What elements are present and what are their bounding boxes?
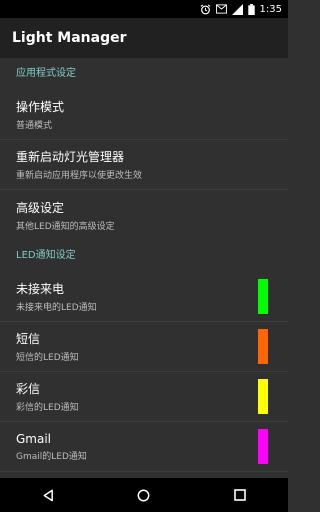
- pref-summary: Gmail的LED通知: [16, 451, 87, 462]
- pref-summary: 彩信的LED通知: [16, 403, 79, 413]
- alarm-icon: [200, 3, 211, 15]
- pref-advanced-settings[interactable]: 高级设定 其他LED通知的高级设定: [0, 190, 288, 240]
- mail-notification-icon: [215, 4, 227, 14]
- pref-summary: 普通模式: [16, 121, 53, 131]
- app-bar: Light Manager: [0, 18, 288, 58]
- pref-title: 重新启动灯光管理器: [16, 150, 125, 164]
- pref-title: Gmail: [16, 431, 52, 446]
- pref-mms[interactable]: 彩信 彩信的LED通知: [0, 372, 288, 422]
- pref-title: 操作模式: [16, 100, 65, 114]
- battery-icon: [247, 3, 255, 15]
- signal-icon: [231, 3, 243, 15]
- clock: 1:35: [259, 3, 282, 15]
- led-color-swatch: [258, 329, 268, 364]
- pref-title: 短信: [16, 332, 41, 346]
- navigation-bar: [0, 478, 288, 512]
- app-title: Light Manager: [12, 30, 127, 46]
- pref-title: 彩信: [16, 382, 41, 396]
- pref-missed-call[interactable]: 未接来电 未接来电的LED通知: [0, 272, 288, 322]
- section-header-led-settings: LED通知设定: [16, 250, 76, 261]
- led-color-swatch: [258, 429, 268, 464]
- pref-title: 高级设定: [16, 200, 65, 215]
- pref-operation-mode[interactable]: 操作模式 普通模式: [0, 90, 288, 140]
- pref-summary: 未接来电的LED通知: [16, 303, 97, 313]
- preferences-list[interactable]: 应用程式设定 操作模式 普通模式 重新启动灯光管理器 重新启动应用程序以使更改生…: [0, 58, 288, 478]
- led-color-swatch: [258, 279, 268, 314]
- led-color-swatch: [258, 379, 268, 414]
- status-bar: 1:35: [0, 0, 288, 18]
- recents-icon[interactable]: [234, 489, 246, 501]
- pref-sms[interactable]: 短信 短信的LED通知: [0, 322, 288, 372]
- pref-summary: 短信的LED通知: [16, 353, 79, 363]
- pref-restart-light-manager[interactable]: 重新启动灯光管理器 重新启动应用程序以使更改生效: [0, 140, 288, 190]
- pref-title: 未接来电: [16, 282, 65, 296]
- pref-summary: 其他LED通知的高级设定: [16, 221, 115, 232]
- home-icon[interactable]: [137, 489, 150, 502]
- back-icon[interactable]: [42, 489, 54, 502]
- pref-summary: 重新启动应用程序以使更改生效: [16, 171, 143, 181]
- pref-gmail[interactable]: Gmail Gmail的LED通知: [0, 422, 288, 472]
- section-header-app-settings: 应用程式设定: [16, 68, 76, 79]
